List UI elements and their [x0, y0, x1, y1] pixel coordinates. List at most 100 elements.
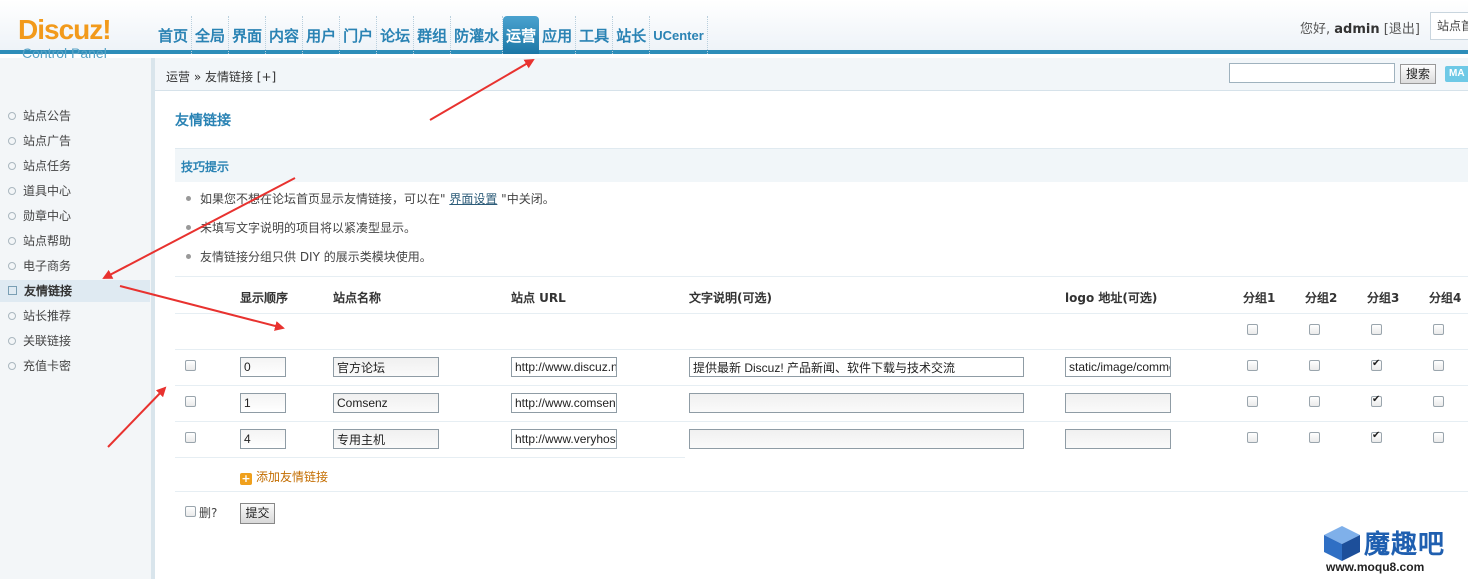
group2-select-all-checkbox[interactable] — [1309, 324, 1320, 335]
site-url-input[interactable] — [511, 393, 617, 413]
sidebar-item-medals[interactable]: 勋章中心 — [8, 205, 150, 227]
nav-group[interactable]: 群组 — [414, 16, 452, 54]
sidebar-item-ecommerce[interactable]: 电子商务 — [8, 255, 150, 277]
bullet-icon — [186, 225, 191, 230]
delete-all-checkbox[interactable] — [185, 506, 196, 517]
site-name-input[interactable] — [333, 393, 439, 413]
main-nav: 首页 全局 界面 内容 用户 门户 论坛 群组 防灌水 运营 应用 工具 站长 … — [155, 16, 708, 54]
tip-item: 未填写文字说明的项目将以紧凑型显示。 — [186, 219, 416, 236]
search-input[interactable] — [1229, 63, 1395, 83]
sidebar-item-label: 道具中心 — [23, 184, 72, 198]
column-header-logo: logo 地址(可选) — [1065, 291, 1158, 305]
divider — [175, 491, 1468, 492]
sidebar-item-label: 充值卡密 — [23, 359, 72, 373]
nav-ucenter[interactable]: UCenter — [650, 16, 708, 54]
admin-map-button[interactable]: MA — [1445, 66, 1468, 82]
group1-select-all-checkbox[interactable] — [1247, 324, 1258, 335]
nav-user[interactable]: 用户 — [303, 16, 341, 54]
row-delete-checkbox[interactable] — [185, 396, 196, 407]
order-input[interactable] — [240, 357, 286, 377]
moqu8-watermark: 魔趣吧 www.moqu8.com — [1320, 522, 1468, 577]
bullet-icon — [8, 212, 16, 220]
bullet-icon — [8, 262, 16, 270]
sidebar-item-friendlinks[interactable]: 友情链接 — [0, 280, 150, 302]
logo-url-input[interactable] — [1065, 357, 1171, 377]
column-header-description: 文字说明(可选) — [689, 291, 772, 305]
logo-brand: Discuz! — [18, 14, 112, 45]
bullet-icon — [8, 162, 16, 170]
nav-apps[interactable]: 应用 — [539, 16, 577, 54]
column-header-order: 显示顺序 — [240, 291, 289, 305]
logo-url-input[interactable] — [1065, 429, 1171, 449]
group3-select-all-checkbox[interactable] — [1371, 324, 1382, 335]
divider — [175, 349, 1468, 350]
nav-antispam[interactable]: 防灌水 — [451, 16, 504, 54]
nav-tools[interactable]: 工具 — [576, 16, 614, 54]
nav-portal[interactable]: 门户 — [340, 16, 378, 54]
bullet-icon — [186, 254, 191, 259]
plus-icon: + — [240, 472, 252, 485]
bullet-icon — [8, 312, 16, 320]
nav-founder[interactable]: 站长 — [613, 16, 651, 54]
submit-button[interactable]: 提交 — [240, 503, 275, 524]
nav-global[interactable]: 全局 — [192, 16, 230, 54]
bullet-icon — [8, 112, 16, 120]
group1-checkbox[interactable] — [1247, 396, 1258, 407]
group4-checkbox[interactable] — [1433, 432, 1444, 443]
order-input[interactable] — [240, 393, 286, 413]
group2-checkbox[interactable] — [1309, 360, 1320, 371]
discuz-logo[interactable]: Discuz! Control Panel — [18, 16, 138, 62]
site-url-input[interactable] — [511, 357, 617, 377]
group4-checkbox[interactable] — [1433, 396, 1444, 407]
breadcrumb: 运营 » 友情链接 [+] — [166, 70, 277, 84]
sidebar-item-related-links[interactable]: 关联链接 — [8, 330, 150, 352]
add-friendlink-button[interactable]: + 添加友情链接 — [240, 468, 328, 485]
group1-checkbox[interactable] — [1247, 360, 1258, 371]
sidebar-item-announcement[interactable]: 站点公告 — [8, 105, 150, 127]
bullet-icon — [8, 362, 16, 370]
sidebar-item-tasks[interactable]: 站点任务 — [8, 155, 150, 177]
sidebar-item-recommend[interactable]: 站长推荐 — [8, 305, 150, 327]
group4-select-all-checkbox[interactable] — [1433, 324, 1444, 335]
nav-forum[interactable]: 论坛 — [377, 16, 415, 54]
nav-home[interactable]: 首页 — [155, 16, 193, 54]
divider — [175, 421, 1468, 422]
bullet-icon — [186, 196, 191, 201]
sidebar-item-label: 站点广告 — [23, 134, 72, 148]
description-input[interactable] — [689, 393, 1024, 413]
description-input[interactable] — [689, 429, 1024, 449]
column-header-group1: 分组1 — [1243, 291, 1276, 305]
group1-checkbox[interactable] — [1247, 432, 1258, 443]
sidebar-item-magic[interactable]: 道具中心 — [8, 180, 150, 202]
bullet-icon — [8, 187, 16, 195]
logout-link[interactable]: [退出] — [1384, 22, 1420, 37]
order-input[interactable] — [240, 429, 286, 449]
search-button[interactable]: 搜索 — [1400, 64, 1436, 84]
nav-operation[interactable]: 运营 — [503, 16, 540, 54]
group2-checkbox[interactable] — [1309, 432, 1320, 443]
row-delete-checkbox[interactable] — [185, 360, 196, 371]
tips-title: 技巧提示 — [181, 160, 230, 174]
sidebar-item-card-keys[interactable]: 充值卡密 — [8, 355, 150, 377]
logo-url-input[interactable] — [1065, 393, 1171, 413]
site-name-input[interactable] — [333, 357, 439, 377]
site-url-input[interactable] — [511, 429, 617, 449]
description-input[interactable] — [689, 357, 1024, 377]
row-delete-checkbox[interactable] — [185, 432, 196, 443]
watermark-url: www.moqu8.com — [1326, 560, 1425, 574]
divider — [175, 276, 1468, 277]
nav-content[interactable]: 内容 — [266, 16, 304, 54]
divider — [175, 385, 1468, 386]
sidebar-item-ads[interactable]: 站点广告 — [8, 130, 150, 152]
group3-checkbox[interactable] — [1371, 430, 1382, 443]
site-home-link[interactable]: 站点首页 — [1430, 12, 1468, 40]
style-settings-link[interactable]: 界面设置 — [449, 192, 497, 206]
sidebar-item-help[interactable]: 站点帮助 — [8, 230, 150, 252]
group4-checkbox[interactable] — [1433, 360, 1444, 371]
column-header-group2: 分组2 — [1305, 291, 1338, 305]
site-name-input[interactable] — [333, 429, 439, 449]
group3-checkbox[interactable] — [1371, 394, 1382, 407]
nav-style[interactable]: 界面 — [229, 16, 267, 54]
group3-checkbox[interactable] — [1371, 358, 1382, 371]
group2-checkbox[interactable] — [1309, 396, 1320, 407]
